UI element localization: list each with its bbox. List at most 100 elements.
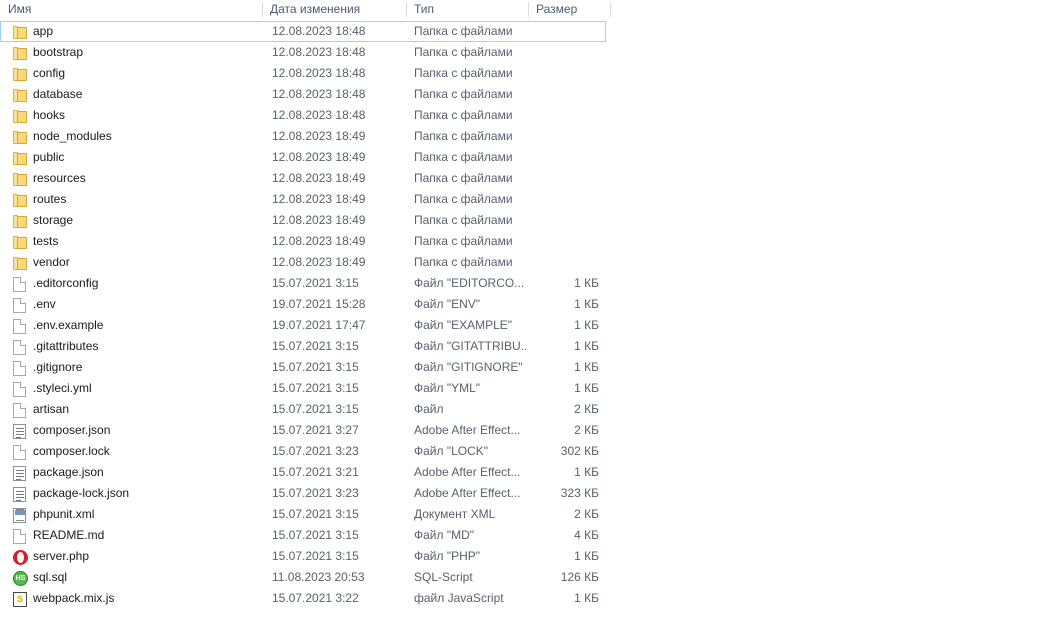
table-row[interactable]: bootstrap 12.08.2023 18:48 Папка с файлами bbox=[0, 42, 606, 63]
table-row[interactable]: README.md 15.07.2021 3:15 Файл "MD" 4 КБ bbox=[0, 525, 606, 546]
table-row[interactable]: .env.example 19.07.2021 17:47 Файл "EXAMPL… bbox=[0, 315, 606, 336]
file-name-cell[interactable]: config bbox=[13, 64, 65, 83]
table-row[interactable]: storage 12.08.2023 18:49 Папка с файлами bbox=[0, 210, 606, 231]
file-name-cell[interactable]: storage bbox=[13, 211, 73, 230]
file-name-label: package-lock.json bbox=[33, 486, 130, 500]
file-name-cell[interactable]: phpunit.xml bbox=[13, 505, 94, 524]
file-name-label: package.json bbox=[33, 465, 104, 479]
table-row[interactable]: resources 12.08.2023 18:49 Папка с файлами bbox=[0, 168, 606, 189]
file-name-cell[interactable]: composer.json bbox=[13, 421, 110, 440]
file-type-cell: Файл "EDITORCO... bbox=[414, 276, 525, 290]
javascript-script-icon: S bbox=[13, 592, 27, 607]
file-name-cell[interactable]: Swebpack.mix.js bbox=[13, 589, 114, 608]
table-row[interactable]: HS sql.sql 11.08.2023 20:53 SQL-Script 126 К… bbox=[0, 567, 606, 588]
table-row[interactable]: .env 19.07.2021 15:28 Файл "ENV" 1 КБ bbox=[0, 294, 606, 315]
file-name-cell[interactable]: README.md bbox=[13, 526, 104, 545]
file-name-cell[interactable]: public bbox=[13, 148, 64, 167]
table-row[interactable]: server.php 15.07.2021 3:15 Файл "PHP" 1 КБ bbox=[0, 546, 606, 567]
file-type-cell: Файл "ENV" bbox=[414, 297, 481, 311]
table-row[interactable]: hooks 12.08.2023 18:48 Папка с файлами bbox=[0, 105, 606, 126]
table-row[interactable]: .styleci.yml 15.07.2021 3:15 Файл "YML" 1 К… bbox=[0, 378, 606, 399]
table-row[interactable]: routes 12.08.2023 18:49 Папка с файлами bbox=[0, 189, 606, 210]
file-name-label: tests bbox=[33, 234, 59, 248]
table-row[interactable]: public 12.08.2023 18:49 Папка с файлами bbox=[0, 147, 606, 168]
file-name-label: bootstrap bbox=[33, 45, 84, 59]
file-type-cell: Adobe After Effect... bbox=[414, 423, 521, 437]
file-name-label: .styleci.yml bbox=[33, 381, 92, 395]
file-date-cell: 12.08.2023 18:49 bbox=[272, 171, 366, 185]
file-name-cell[interactable]: composer.lock bbox=[13, 442, 110, 461]
table-row[interactable]: vendor 12.08.2023 18:49 Папка с файлами bbox=[0, 252, 606, 273]
file-name-cell[interactable]: .gitattributes bbox=[13, 337, 98, 356]
file-name-cell[interactable]: .env bbox=[13, 295, 56, 314]
folder-icon bbox=[13, 236, 29, 249]
file-date-cell: 12.08.2023 18:49 bbox=[272, 213, 366, 227]
table-row[interactable]: composer.json 15.07.2021 3:27 Adobe After … bbox=[0, 420, 606, 441]
table-row[interactable]: package.json 15.07.2021 3:21 Adobe After E… bbox=[0, 462, 606, 483]
file-date-cell: 12.08.2023 18:48 bbox=[272, 45, 366, 59]
file-date-cell: 15.07.2021 3:15 bbox=[272, 507, 359, 521]
file-size-cell: 126 КБ bbox=[560, 570, 599, 584]
file-type-cell: Папка с файлами bbox=[414, 192, 513, 206]
table-row[interactable]: phpunit.xml 15.07.2021 3:15 Документ XML 2 … bbox=[0, 504, 606, 525]
file-name-cell[interactable]: package.json bbox=[13, 463, 104, 482]
file-name-cell[interactable]: hooks bbox=[13, 106, 65, 125]
blank-file-icon bbox=[13, 361, 26, 376]
table-row[interactable]: .gitattributes 15.07.2021 3:15 Файл "GITAT… bbox=[0, 336, 606, 357]
table-row[interactable]: composer.lock 15.07.2021 3:23 Файл "LOCK" 3… bbox=[0, 441, 606, 462]
table-row[interactable]: package-lock.json 15.07.2021 3:23 Adobe Af… bbox=[0, 483, 606, 504]
table-row[interactable]: database 12.08.2023 18:48 Папка с файлами bbox=[0, 84, 606, 105]
file-date-cell: 12.08.2023 18:49 bbox=[272, 255, 366, 269]
file-type-cell: Папка с файлами bbox=[414, 108, 513, 122]
table-row[interactable]: node_modules 12.08.2023 18:49 Папка с файл… bbox=[0, 126, 606, 147]
file-name-cell[interactable]: artisan bbox=[13, 400, 69, 419]
table-row[interactable]: tests 12.08.2023 18:49 Папка с файлами bbox=[0, 231, 606, 252]
folder-icon bbox=[13, 215, 29, 228]
file-size-cell: 1 КБ bbox=[574, 381, 599, 395]
file-name-cell[interactable]: .styleci.yml bbox=[13, 379, 92, 398]
file-name-cell[interactable]: app bbox=[13, 22, 53, 41]
file-name-cell[interactable]: tests bbox=[13, 232, 58, 251]
file-type-cell: Adobe After Effect... bbox=[414, 465, 521, 479]
file-name-cell[interactable]: database bbox=[13, 85, 82, 104]
file-size-cell: 1 КБ bbox=[574, 339, 599, 353]
file-size-cell: 1 КБ bbox=[574, 297, 599, 311]
file-size-cell bbox=[525, 22, 599, 41]
file-name-cell[interactable]: .gitignore bbox=[13, 358, 82, 377]
file-name-label: vendor bbox=[33, 255, 70, 269]
heidisql-icon: HS bbox=[13, 571, 28, 586]
file-name-cell[interactable]: node_modules bbox=[13, 127, 112, 146]
column-header-date[interactable]: Дата изменения bbox=[262, 0, 406, 21]
file-name-cell[interactable]: routes bbox=[13, 190, 66, 209]
table-row[interactable]: Swebpack.mix.js 15.07.2021 3:22 файл JavaS… bbox=[0, 588, 606, 609]
file-type-cell: Файл "MD" bbox=[414, 528, 475, 542]
table-row[interactable]: .gitignore 15.07.2021 3:15 Файл "GITIGNORE… bbox=[0, 357, 606, 378]
file-size-cell bbox=[525, 169, 599, 188]
file-name-cell[interactable]: server.php bbox=[13, 547, 89, 566]
file-type-cell: Файл bbox=[414, 402, 444, 416]
file-name-cell[interactable]: HS sql.sql bbox=[13, 568, 67, 587]
file-list[interactable]: app 12.08.2023 18:48 Папка с файлами bootst… bbox=[0, 21, 1052, 609]
folder-icon bbox=[13, 131, 29, 144]
file-name-cell[interactable]: resources bbox=[13, 169, 86, 188]
table-row[interactable]: config 12.08.2023 18:48 Папка с файлами bbox=[0, 63, 606, 84]
file-name-cell[interactable]: .editorconfig bbox=[13, 274, 98, 293]
table-row[interactable]: artisan 15.07.2021 3:15 Файл 2 КБ bbox=[0, 399, 606, 420]
column-header: Имя Дата изменения Тип Размер bbox=[0, 0, 1052, 21]
file-name-cell[interactable]: vendor bbox=[13, 253, 70, 272]
column-header-size[interactable]: Размер bbox=[528, 0, 610, 21]
file-name-cell[interactable]: bootstrap bbox=[13, 43, 83, 62]
folder-icon bbox=[13, 47, 29, 60]
file-name-cell[interactable]: .env.example bbox=[13, 316, 103, 335]
file-size-cell: 1 КБ bbox=[574, 360, 599, 374]
file-date-cell: 12.08.2023 18:48 bbox=[272, 66, 366, 80]
file-date-cell: 15.07.2021 3:21 bbox=[272, 465, 359, 479]
file-name-label: config bbox=[33, 66, 66, 80]
column-header-type[interactable]: Тип bbox=[406, 0, 528, 21]
blank-file-icon bbox=[13, 529, 26, 544]
file-type-cell: Папка с файлами bbox=[414, 150, 513, 164]
table-row[interactable]: app 12.08.2023 18:48 Папка с файлами bbox=[0, 21, 606, 42]
file-name-cell[interactable]: package-lock.json bbox=[13, 484, 129, 503]
table-row[interactable]: .editorconfig 15.07.2021 3:15 Файл "EDITOR… bbox=[0, 273, 606, 294]
column-header-name[interactable]: Имя bbox=[0, 0, 262, 21]
